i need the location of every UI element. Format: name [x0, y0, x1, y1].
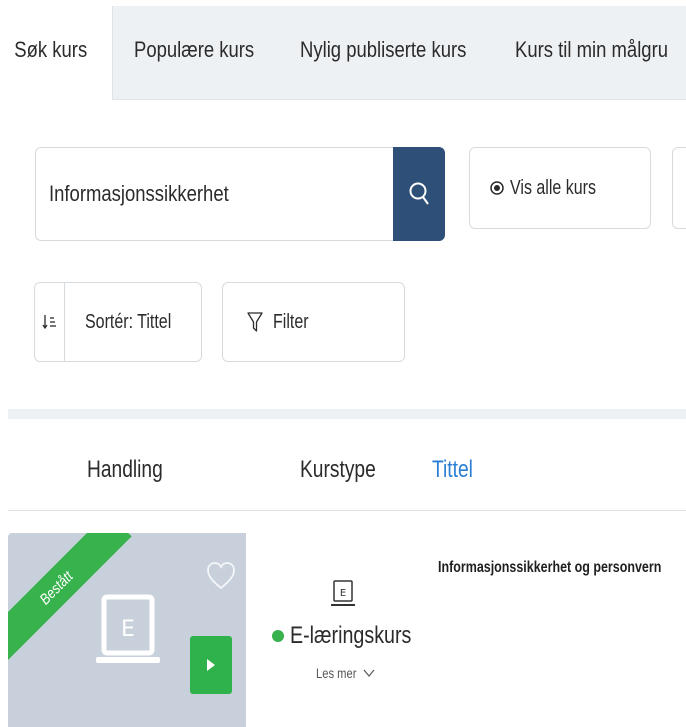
- show-all-courses-button[interactable]: Vis alle kurs: [469, 147, 651, 229]
- column-header-title[interactable]: Tittel: [432, 445, 473, 495]
- status-dot: [272, 630, 284, 642]
- sort-button[interactable]: Sortér: Tittel: [34, 282, 202, 362]
- sort-label: Sortér: Tittel: [85, 310, 172, 333]
- tab-popular-courses[interactable]: Populære kurs: [134, 0, 254, 100]
- start-course-button[interactable]: [190, 636, 232, 694]
- filter-button[interactable]: Filter: [222, 282, 405, 362]
- course-type: E-læringskurs: [272, 622, 438, 650]
- show-all-courses-label: Vis alle kurs: [510, 176, 596, 199]
- type-icon-letter: E: [340, 588, 346, 599]
- read-more-toggle[interactable]: Les mer: [316, 665, 375, 681]
- sort-icon-cell: [35, 283, 65, 361]
- column-header-action[interactable]: Handling: [87, 445, 163, 495]
- search-icon: [409, 182, 429, 205]
- header-divider: [8, 510, 686, 511]
- course-thumbnail[interactable]: Bestått E: [8, 533, 246, 727]
- sort-icon: [41, 315, 56, 330]
- filter-label: Filter: [273, 310, 309, 333]
- course-type-label: E-læringskurs: [290, 622, 412, 649]
- play-icon: [207, 659, 215, 671]
- status-badge-label: Bestått: [35, 567, 77, 609]
- read-more-label: Les mer: [316, 665, 357, 681]
- e-learning-laptop-icon: E: [96, 594, 160, 663]
- e-learning-type-icon: E: [331, 580, 355, 606]
- svg-text:E: E: [121, 617, 135, 642]
- search-input[interactable]: Informasjonssikkerhet: [35, 147, 393, 241]
- radio-selected-icon: [490, 181, 504, 195]
- tab-search-courses[interactable]: Søk kurs: [0, 0, 95, 100]
- filter-icon: [247, 312, 263, 332]
- section-divider: [8, 409, 686, 419]
- search-button[interactable]: [393, 147, 445, 241]
- column-header-course-type[interactable]: Kurstype: [300, 445, 376, 495]
- favorite-heart-icon[interactable]: [206, 561, 236, 591]
- search-input-value: Informasjonssikkerhet: [49, 181, 229, 206]
- more-options-button[interactable]: [672, 147, 686, 229]
- chevron-down-icon: [363, 669, 375, 677]
- tab-recently-published[interactable]: Nylig publiserte kurs: [300, 0, 466, 100]
- course-title-link[interactable]: Informasjonssikkerhet og personvern: [438, 559, 661, 577]
- course-tabs: Søk kurs Populære kurs Nylig publiserte …: [0, 0, 686, 100]
- tab-my-target-group[interactable]: Kurs til min målgru: [515, 0, 668, 100]
